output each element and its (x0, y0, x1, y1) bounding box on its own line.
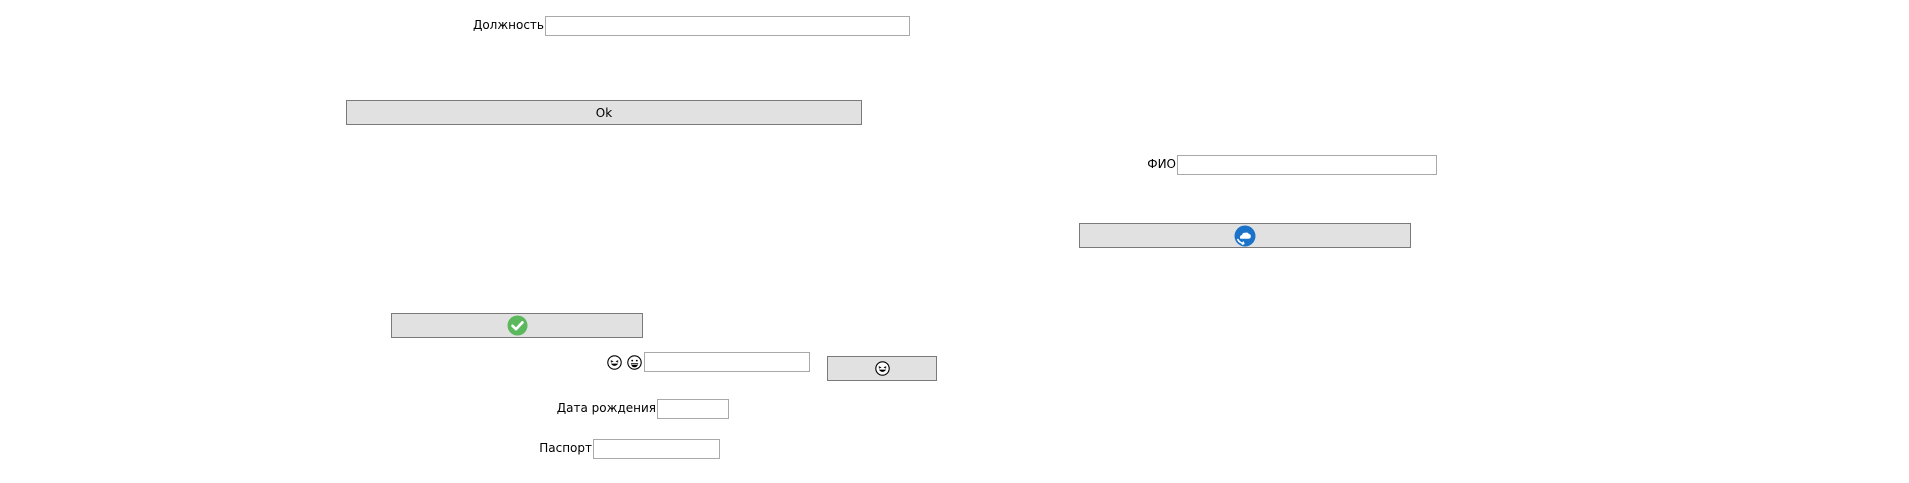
emoji-button[interactable] (827, 356, 937, 381)
birthdate-input[interactable] (657, 399, 729, 419)
ok-button[interactable]: Ok (346, 100, 862, 125)
laughing-face-icon (874, 361, 890, 376)
passport-input[interactable] (593, 439, 720, 459)
ok-button-label: Ok (595, 105, 613, 120)
grinning-face-icon (627, 355, 642, 370)
birthdate-label: Дата рождения (556, 401, 656, 415)
passport-label: Паспорт (539, 441, 592, 455)
cloud-refresh-icon (1234, 225, 1256, 247)
fio-input[interactable] (1177, 155, 1437, 175)
emoji-input[interactable] (644, 352, 810, 372)
position-input[interactable] (545, 16, 910, 36)
cloud-button[interactable] (1079, 223, 1411, 248)
position-label: Должность (472, 18, 544, 32)
laughing-face-icon (607, 355, 622, 370)
check-button[interactable] (391, 313, 643, 338)
fio-label: ФИО (1147, 157, 1176, 171)
check-circle-icon (507, 315, 528, 336)
